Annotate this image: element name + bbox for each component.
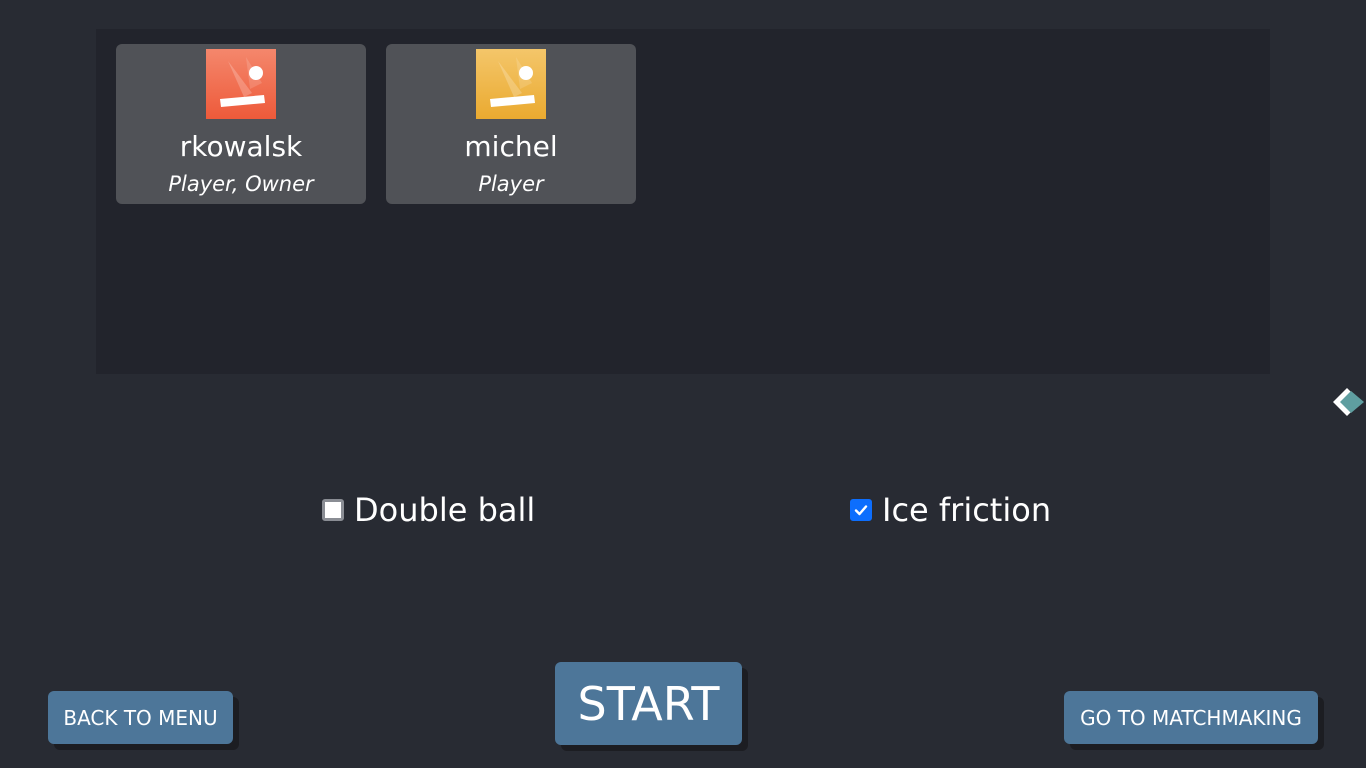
ice-friction-option[interactable]: Ice friction (850, 490, 1051, 530)
side-panel-toggle[interactable] (1333, 388, 1366, 416)
pong-paddle-icon (476, 49, 546, 119)
ice-friction-checkbox[interactable] (850, 499, 872, 521)
game-lobby: rkowalsk Player, Owner michel Player Dou… (0, 0, 1366, 768)
player-role: Player (478, 172, 544, 196)
player-role: Player, Owner (168, 172, 314, 196)
go-to-matchmaking-button[interactable]: GO TO MATCHMAKING (1064, 691, 1318, 744)
start-button[interactable]: START (555, 662, 742, 745)
double-ball-checkbox[interactable] (322, 499, 344, 521)
avatar (206, 49, 276, 119)
player-name: rkowalsk (179, 130, 303, 163)
players-panel: rkowalsk Player, Owner michel Player (96, 29, 1270, 374)
back-to-menu-button[interactable]: BACK TO MENU (48, 691, 233, 744)
ice-friction-label: Ice friction (882, 491, 1052, 529)
avatar (476, 49, 546, 119)
player-name: michel (464, 130, 558, 163)
player-card: michel Player (386, 44, 636, 204)
diamond-toggle-icon (1333, 388, 1364, 416)
player-card: rkowalsk Player, Owner (116, 44, 366, 204)
pong-paddle-icon (206, 49, 276, 119)
double-ball-option[interactable]: Double ball (322, 490, 535, 530)
double-ball-label: Double ball (354, 491, 536, 529)
checkmark-icon (854, 505, 868, 516)
